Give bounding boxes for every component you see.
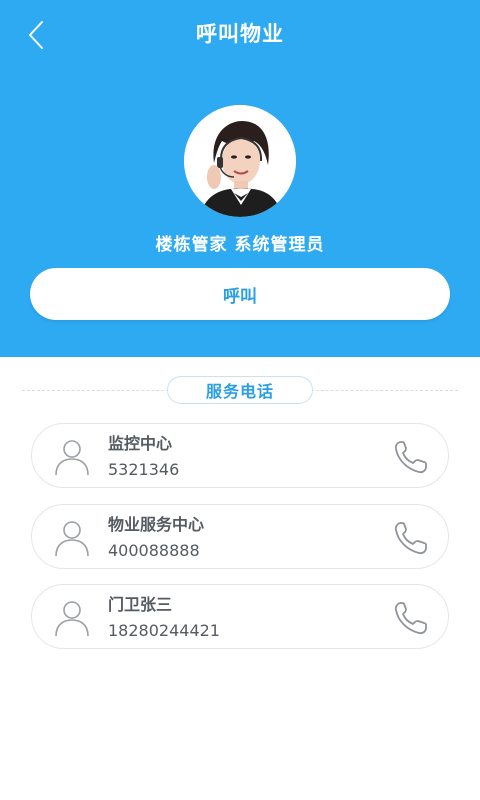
page-title: 呼叫物业	[196, 22, 284, 46]
contact-phone: 18280244421	[108, 621, 220, 640]
person-icon	[55, 601, 89, 637]
contact-card-monitoring[interactable]: 监控中心 5321346	[31, 423, 449, 488]
contact-name: 门卫张三	[108, 595, 173, 614]
phone-icon[interactable]	[392, 599, 430, 637]
contact-phone: 400088888	[108, 541, 200, 560]
call-button[interactable]: 呼叫	[30, 268, 450, 320]
contact-phone: 5321346	[108, 460, 180, 479]
contact-name: 物业服务中心	[108, 515, 205, 534]
phone-icon[interactable]	[392, 519, 430, 557]
section-title: 服务电话	[167, 376, 313, 404]
avatar	[184, 105, 296, 217]
person-icon	[55, 440, 89, 476]
manager-name: 楼栋管家 系统管理员	[155, 235, 325, 255]
contact-name: 监控中心	[108, 434, 173, 453]
contact-card-guard[interactable]: 门卫张三 18280244421	[31, 584, 449, 649]
phone-icon[interactable]	[392, 438, 430, 476]
header: 呼叫物业 楼栋管家 系统管理员 呼叫	[0, 0, 480, 357]
person-icon	[55, 521, 89, 557]
contact-card-property-service[interactable]: 物业服务中心 400088888	[31, 504, 449, 569]
